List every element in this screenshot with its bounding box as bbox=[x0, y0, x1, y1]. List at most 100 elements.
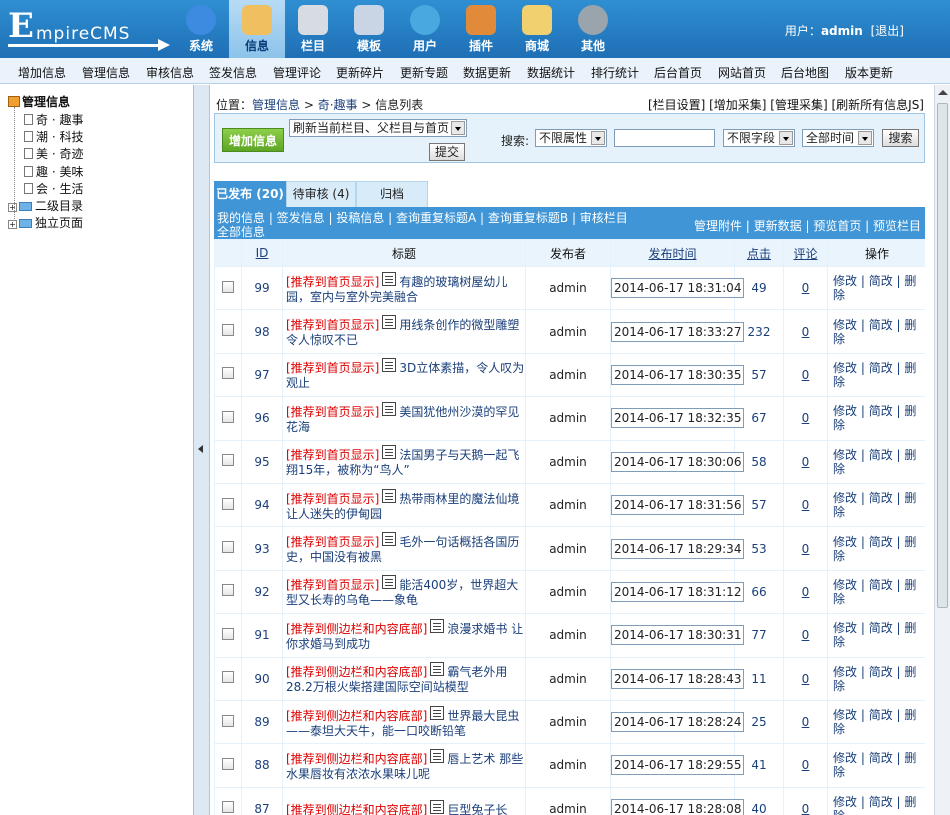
edit-link[interactable]: 修改 bbox=[833, 535, 857, 549]
quick-edit-link[interactable]: 简改 bbox=[869, 795, 893, 809]
menu-item-0[interactable]: 增加信息 bbox=[18, 64, 66, 81]
row-comments[interactable]: 0 bbox=[784, 527, 827, 570]
search-input[interactable] bbox=[614, 129, 715, 147]
row-checkbox[interactable] bbox=[222, 627, 234, 640]
scroll-thumb[interactable] bbox=[937, 103, 948, 608]
quick-edit-link[interactable]: 简改 bbox=[869, 361, 893, 375]
menu-item-7[interactable]: 数据更新 bbox=[463, 64, 511, 81]
row-checkbox[interactable] bbox=[222, 584, 234, 597]
row-title-link[interactable]: 巨型兔子长 bbox=[447, 803, 507, 815]
edit-note-icon[interactable] bbox=[430, 799, 445, 814]
list-filter-links[interactable]: 我的信息 | 签发信息 | 投稿信息 | 查询重复标题A | 查询重复标题B |… bbox=[217, 211, 637, 239]
edit-note-icon[interactable] bbox=[382, 271, 397, 286]
refresh-select[interactable]: 刷新当前栏目、父栏目与首页 bbox=[289, 119, 467, 137]
row-comments[interactable]: 0 bbox=[784, 483, 827, 527]
list-action-links[interactable]: 管理附件 | 更新数据 | 预览首页 | 预览栏目 bbox=[694, 217, 921, 234]
quick-edit-link[interactable]: 简改 bbox=[869, 404, 893, 418]
row-comments[interactable]: 0 bbox=[784, 440, 827, 483]
row-comments[interactable]: 0 bbox=[784, 267, 827, 310]
page-scrollbar[interactable] bbox=[934, 85, 950, 815]
row-comments[interactable]: 0 bbox=[784, 700, 827, 744]
nav-template[interactable]: 模板 bbox=[341, 0, 397, 58]
row-comments[interactable]: 0 bbox=[784, 657, 827, 700]
tab-pending[interactable]: 待审核 (4) bbox=[286, 181, 356, 207]
edit-link[interactable]: 修改 bbox=[833, 708, 857, 722]
quick-edit-link[interactable]: 简改 bbox=[869, 751, 893, 765]
nav-document-edit[interactable]: 信息 bbox=[229, 0, 285, 58]
edit-link[interactable]: 修改 bbox=[833, 795, 857, 809]
submit-button[interactable]: 提交 bbox=[429, 143, 465, 161]
menu-item-9[interactable]: 排行统计 bbox=[591, 64, 639, 81]
tab-published[interactable]: 已发布 (20) bbox=[214, 181, 286, 207]
tab-archive[interactable]: 归档 bbox=[356, 181, 428, 207]
edit-note-icon[interactable] bbox=[382, 401, 397, 416]
quick-edit-link[interactable]: 简改 bbox=[869, 274, 893, 288]
tree-item-0[interactable]: 奇 · 趣事 bbox=[24, 111, 83, 128]
scroll-up-icon[interactable] bbox=[938, 90, 948, 95]
nav-user[interactable]: 用户 bbox=[397, 0, 453, 58]
row-comments[interactable]: 0 bbox=[784, 570, 827, 614]
quick-edit-link[interactable]: 简改 bbox=[869, 535, 893, 549]
edit-link[interactable]: 修改 bbox=[833, 751, 857, 765]
breadcrumb-manage-info[interactable]: 管理信息 bbox=[252, 98, 300, 112]
logout-link[interactable]: [退出] bbox=[871, 24, 904, 38]
menu-item-6[interactable]: 更新专题 bbox=[400, 64, 448, 81]
col-comments[interactable]: 评论 bbox=[784, 240, 827, 266]
nav-plugin-tools[interactable]: 插件 bbox=[453, 0, 509, 58]
breadcrumb-category[interactable]: 奇·趣事 bbox=[318, 98, 358, 112]
row-checkbox[interactable] bbox=[222, 714, 234, 727]
row-checkbox[interactable] bbox=[222, 757, 234, 770]
quick-edit-link[interactable]: 简改 bbox=[869, 665, 893, 679]
attribute-select[interactable]: 不限属性 bbox=[535, 129, 607, 147]
edit-link[interactable]: 修改 bbox=[833, 274, 857, 288]
row-comments[interactable]: 0 bbox=[784, 310, 827, 353]
col-id[interactable]: ID bbox=[242, 240, 282, 266]
edit-link[interactable]: 修改 bbox=[833, 404, 857, 418]
row-checkbox[interactable] bbox=[222, 671, 234, 684]
quick-edit-link[interactable]: 简改 bbox=[869, 621, 893, 635]
expand-icon[interactable]: + bbox=[8, 220, 17, 229]
edit-note-icon[interactable] bbox=[382, 532, 397, 547]
nav-globe[interactable]: 系统 bbox=[173, 0, 229, 58]
tree-item-1[interactable]: 潮 · 科技 bbox=[24, 128, 83, 145]
breadcrumb-actions[interactable]: [栏目设置] [增加采集] [管理采集] [刷新所有信息JS] bbox=[648, 96, 924, 113]
edit-note-icon[interactable] bbox=[430, 618, 445, 633]
edit-note-icon[interactable] bbox=[382, 315, 397, 330]
edit-note-icon[interactable] bbox=[430, 748, 445, 763]
nav-gear[interactable]: 其他 bbox=[565, 0, 621, 58]
menu-item-12[interactable]: 后台地图 bbox=[781, 64, 829, 81]
row-checkbox[interactable] bbox=[222, 410, 234, 423]
edit-note-icon[interactable] bbox=[430, 662, 445, 677]
edit-link[interactable]: 修改 bbox=[833, 665, 857, 679]
edit-note-icon[interactable] bbox=[382, 445, 397, 460]
row-checkbox[interactable] bbox=[222, 280, 234, 293]
col-hits[interactable]: 点击 bbox=[735, 240, 783, 266]
edit-link[interactable]: 修改 bbox=[833, 621, 857, 635]
row-comments[interactable]: 0 bbox=[784, 397, 827, 440]
nav-shop-card[interactable]: 商城 bbox=[509, 0, 565, 58]
tree-item-2[interactable]: 美 · 奇迹 bbox=[24, 145, 83, 162]
time-select[interactable]: 全部时间 bbox=[802, 129, 874, 147]
expand-icon[interactable]: + bbox=[8, 203, 17, 212]
quick-edit-link[interactable]: 简改 bbox=[869, 491, 893, 505]
nav-folder[interactable]: 栏目 bbox=[285, 0, 341, 58]
edit-link[interactable]: 修改 bbox=[833, 318, 857, 332]
quick-edit-link[interactable]: 简改 bbox=[869, 708, 893, 722]
menu-item-13[interactable]: 版本更新 bbox=[845, 64, 893, 81]
collapse-left-icon[interactable] bbox=[198, 445, 203, 453]
panel-splitter[interactable] bbox=[194, 85, 210, 815]
edit-note-icon[interactable] bbox=[382, 358, 397, 373]
tree-item-4[interactable]: 会 · 生活 bbox=[24, 180, 83, 197]
menu-item-5[interactable]: 更新碎片 bbox=[336, 64, 384, 81]
search-button[interactable]: 搜索 bbox=[882, 129, 919, 147]
menu-item-8[interactable]: 数据统计 bbox=[527, 64, 575, 81]
edit-link[interactable]: 修改 bbox=[833, 491, 857, 505]
row-comments[interactable]: 0 bbox=[784, 787, 827, 815]
tree-group-1[interactable]: + 独立页面 bbox=[8, 214, 83, 231]
field-select[interactable]: 不限字段 bbox=[723, 129, 795, 147]
row-checkbox[interactable] bbox=[222, 497, 234, 510]
tree-root[interactable]: 管理信息 bbox=[8, 93, 70, 110]
menu-item-2[interactable]: 审核信息 bbox=[146, 64, 194, 81]
edit-note-icon[interactable] bbox=[382, 575, 397, 590]
menu-item-4[interactable]: 管理评论 bbox=[273, 64, 321, 81]
